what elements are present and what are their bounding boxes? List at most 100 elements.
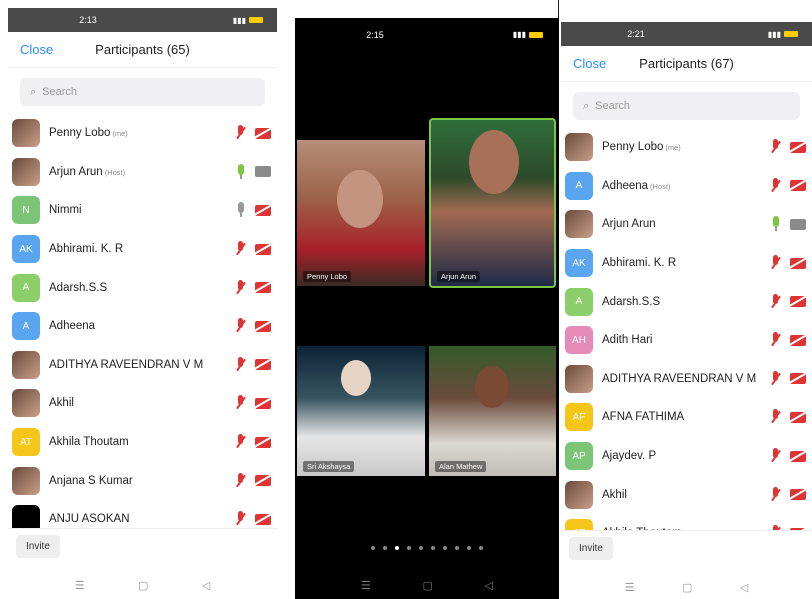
participant-row[interactable]: ADITHYA RAVEENDRAN V M (8, 346, 277, 385)
participant-row[interactable]: N Nimmi (8, 191, 277, 230)
participant-name-text: ADITHYA RAVEENDRAN V M (49, 358, 204, 371)
avatar (565, 133, 593, 162)
participant-status-icons (235, 125, 271, 141)
participant-row[interactable]: A Adarsh.S.S (8, 268, 277, 307)
participant-row[interactable]: A Adheena (8, 307, 277, 346)
system-navbar: ☰ ▢ ◁ (295, 570, 559, 599)
status-icons: ▮▮▮ (513, 30, 543, 39)
screenshot-collage: 2:13 ▮▮▮ Close Participants (65) ⌕ Searc… (0, 0, 812, 599)
back-icon[interactable]: ◁ (485, 579, 493, 592)
video-tile[interactable]: Penny Lobo (297, 140, 425, 286)
video-off-icon (255, 359, 271, 371)
participant-row[interactable]: A Adarsh.S.S (561, 282, 812, 321)
status-time: 2:13 (79, 15, 97, 25)
participant-name: Penny Lobo (me) (602, 141, 681, 153)
video-off-icon (255, 397, 271, 409)
participant-row[interactable]: Penny Lobo (me) (561, 128, 812, 167)
participant-row[interactable]: A Adheena (Host) (561, 167, 812, 206)
signal-icon: ▮▮▮ (232, 15, 246, 25)
page-dot[interactable] (455, 546, 459, 550)
participant-video (475, 366, 509, 408)
video-off-icon (255, 282, 271, 294)
participant-name-text: Abhirami. K. R (49, 243, 124, 256)
participant-name-text: Adheena (49, 320, 96, 333)
page-dot[interactable] (467, 546, 471, 550)
participant-row[interactable]: AK Abhirami. K. R (8, 230, 277, 269)
mic-icon (770, 216, 782, 232)
page-dot[interactable] (395, 546, 399, 550)
avatar: AK (12, 235, 40, 264)
footer: Invite (561, 530, 812, 566)
status-bar: 2:13 ▮▮▮ (8, 8, 277, 32)
participant-name-text: Adarsh.S.S (49, 281, 108, 294)
search-input[interactable]: ⌕ Search (573, 92, 800, 120)
back-icon[interactable]: ◁ (202, 579, 210, 592)
participant-video (341, 360, 371, 396)
page-dot[interactable] (419, 546, 423, 550)
participant-name-text: Arjun Arun (49, 165, 103, 178)
avatar: AH (565, 326, 593, 355)
participant-name-text: Akhil (49, 397, 74, 410)
participant-name: Adarsh.S.S (49, 282, 107, 294)
participant-name: Penny Lobo (me) (49, 127, 128, 139)
search-placeholder: Search (42, 86, 78, 98)
participant-row[interactable]: AH Adith Hari (561, 321, 812, 360)
participant-role-tag: (Host) (104, 167, 126, 177)
participant-row[interactable]: Arjun Arun (Host) (8, 153, 277, 192)
search-icon: ⌕ (583, 99, 590, 112)
video-off-icon (790, 411, 806, 423)
avatar: AT (12, 428, 40, 457)
video-off-icon (255, 436, 271, 448)
page-dot[interactable] (443, 546, 447, 550)
system-navbar: ☰ ▢ ◁ (561, 572, 812, 599)
mic-muted-icon (770, 448, 782, 464)
participant-row[interactable]: AK Abhirami. K. R (561, 244, 812, 283)
home-icon[interactable]: ▢ (423, 579, 433, 592)
menu-icon[interactable]: ☰ (75, 579, 85, 592)
participant-video (469, 130, 519, 194)
page-indicator[interactable] (295, 546, 559, 550)
participant-row[interactable]: AP Ajaydev. P (561, 437, 812, 476)
participant-row[interactable]: Akhil (8, 384, 277, 423)
participant-name: ADITHYA RAVEENDRAN V M (49, 359, 203, 371)
video-off-icon (790, 141, 806, 153)
video-off-icon (790, 450, 806, 462)
participant-row[interactable]: Anjana S Kumar (8, 461, 277, 500)
mic-muted-icon (235, 125, 247, 141)
participant-row[interactable]: AT Akhila Thoutam (8, 423, 277, 462)
participant-status-icons (770, 255, 806, 271)
participant-status-icons (770, 448, 806, 464)
page-dot[interactable] (371, 546, 375, 550)
home-icon[interactable]: ▢ (682, 581, 692, 594)
video-tile[interactable]: Sri Akshaysa (297, 346, 425, 476)
menu-icon[interactable]: ☰ (625, 581, 635, 594)
page-dot[interactable] (383, 546, 387, 550)
menu-icon[interactable]: ☰ (361, 579, 371, 592)
participant-row[interactable]: Penny Lobo (me) (8, 114, 277, 153)
page-dot[interactable] (431, 546, 435, 550)
participant-row[interactable]: Arjun Arun (561, 205, 812, 244)
participant-name-text: Adith Hari (602, 334, 653, 347)
status-time: 2:15 (366, 30, 384, 40)
participant-row[interactable]: ADITHYA RAVEENDRAN V M (561, 360, 812, 399)
participant-row[interactable]: AF AFNA FATHIMA (561, 398, 812, 437)
participant-name: AFNA FATHIMA (602, 411, 684, 423)
participants-header: Close Participants (65) (8, 32, 277, 68)
page-dot[interactable] (407, 546, 411, 550)
search-input[interactable]: ⌕ Search (20, 78, 265, 106)
video-tile-active[interactable]: Arjun Arun (429, 118, 556, 288)
invite-button[interactable]: Invite (16, 535, 60, 558)
video-off-icon (790, 334, 806, 346)
participant-name-text: Adarsh.S.S (602, 295, 661, 308)
page-dot[interactable] (479, 546, 483, 550)
participant-row[interactable]: Akhil (561, 475, 812, 514)
invite-button[interactable]: Invite (569, 537, 613, 560)
participant-status-icons (770, 293, 806, 310)
participant-status-icons (235, 434, 271, 450)
video-tile[interactable]: Alan Mathew (429, 346, 556, 476)
back-icon[interactable]: ◁ (740, 581, 748, 594)
home-icon[interactable]: ▢ (138, 579, 148, 592)
participant-name: Anjana S Kumar (49, 475, 133, 487)
avatar: A (12, 312, 40, 341)
avatar (565, 364, 593, 393)
